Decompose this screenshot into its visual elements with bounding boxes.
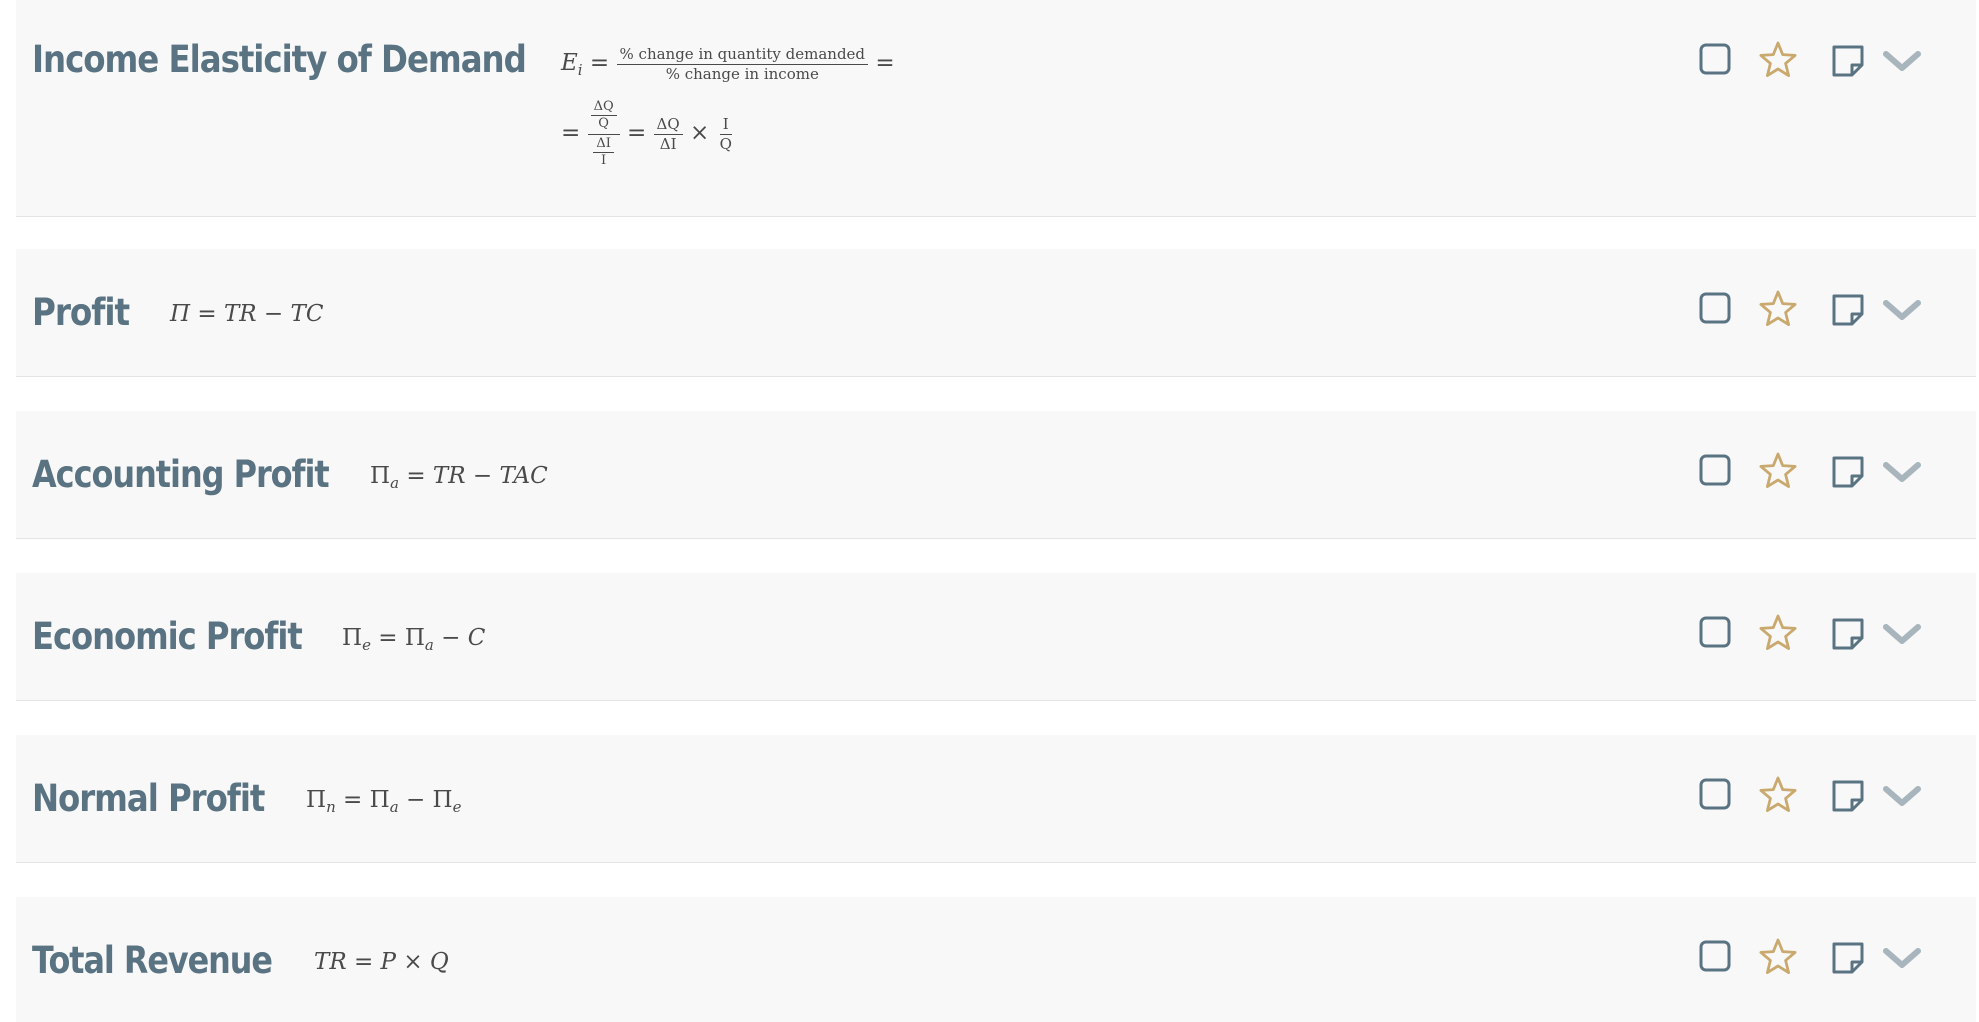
- formula-card: Economic Profit Πe = Πa − C: [16, 573, 1976, 701]
- checkbox-icon[interactable]: [1698, 939, 1732, 973]
- formula-card: Profit Π = TR − TC: [16, 249, 1976, 377]
- star-icon[interactable]: [1758, 937, 1798, 977]
- card-title: Profit: [32, 291, 130, 334]
- formula-card: Accounting Profit Πa = TR − TAC: [16, 411, 1976, 539]
- card-actions: [1698, 613, 1934, 657]
- checkbox-icon[interactable]: [1698, 42, 1732, 76]
- card-actions: [1698, 289, 1934, 333]
- formula: Πe = Πa − C: [342, 625, 486, 654]
- star-icon-graphic: [1759, 290, 1797, 326]
- card-actions: [1698, 40, 1934, 84]
- note-icon[interactable]: [1830, 940, 1866, 976]
- formula-continuation: = ΔQ Q ΔI I = ΔQ ΔI × I Q: [561, 99, 732, 168]
- star-icon[interactable]: [1758, 40, 1798, 80]
- chevron-down-icon-graphic: [1883, 624, 1921, 644]
- chevron-down-icon-graphic: [1883, 300, 1921, 320]
- chevron-down-icon[interactable]: [1882, 621, 1922, 649]
- note-icon-graphic: [1832, 618, 1864, 650]
- card-title: Income Elasticity of Demand: [32, 38, 527, 81]
- checkbox-icon[interactable]: [1698, 615, 1732, 649]
- note-icon-graphic: [1832, 456, 1864, 488]
- formula: Ei = % change in quantity demanded % cha…: [561, 45, 895, 83]
- note-icon[interactable]: [1830, 454, 1866, 490]
- note-icon-graphic: [1832, 294, 1864, 326]
- note-icon[interactable]: [1830, 292, 1866, 328]
- note-icon[interactable]: [1830, 616, 1866, 652]
- chevron-down-icon-graphic: [1883, 51, 1921, 71]
- card-title: Total Revenue: [32, 939, 273, 982]
- checkbox-icon-graphic: [1699, 778, 1731, 810]
- formula-card: Normal Profit Πn = Πa − Πe: [16, 735, 1976, 863]
- note-icon[interactable]: [1830, 778, 1866, 814]
- note-icon[interactable]: [1830, 43, 1866, 79]
- card-title: Accounting Profit: [32, 453, 330, 496]
- card-actions: [1698, 937, 1934, 981]
- formula: TR = P × Q: [314, 949, 449, 975]
- checkbox-icon-graphic: [1699, 454, 1731, 486]
- checkbox-icon[interactable]: [1698, 291, 1732, 325]
- checkbox-icon[interactable]: [1698, 453, 1732, 487]
- formula-card: Income Elasticity of Demand Ei = % chang…: [16, 0, 1976, 217]
- card-actions: [1698, 775, 1934, 819]
- formula: Πn = Πa − Πe: [306, 787, 462, 816]
- star-icon[interactable]: [1758, 451, 1798, 491]
- star-icon[interactable]: [1758, 289, 1798, 329]
- chevron-down-icon[interactable]: [1882, 783, 1922, 811]
- star-icon[interactable]: [1758, 613, 1798, 653]
- star-icon-graphic: [1759, 41, 1797, 77]
- checkbox-icon-graphic: [1699, 940, 1731, 972]
- note-icon-graphic: [1832, 45, 1864, 77]
- star-icon[interactable]: [1758, 775, 1798, 815]
- formula: Πa = TR − TAC: [370, 463, 548, 492]
- chevron-down-icon-graphic: [1883, 786, 1921, 806]
- checkbox-icon[interactable]: [1698, 777, 1732, 811]
- chevron-down-icon-graphic: [1883, 948, 1921, 968]
- star-icon-graphic: [1759, 938, 1797, 974]
- checkbox-icon-graphic: [1699, 616, 1731, 648]
- note-icon-graphic: [1832, 942, 1864, 974]
- note-icon-graphic: [1832, 780, 1864, 812]
- formula-card: Total Revenue TR = P × Q: [16, 897, 1976, 1022]
- chevron-down-icon[interactable]: [1882, 945, 1922, 973]
- chevron-down-icon[interactable]: [1882, 459, 1922, 487]
- star-icon-graphic: [1759, 776, 1797, 812]
- chevron-down-icon-graphic: [1883, 462, 1921, 482]
- star-icon-graphic: [1759, 614, 1797, 650]
- card-title: Normal Profit: [32, 777, 265, 820]
- chevron-down-icon[interactable]: [1882, 48, 1922, 76]
- formula: Π = TR − TC: [170, 301, 324, 327]
- checkbox-icon-graphic: [1699, 292, 1731, 324]
- checkbox-icon-graphic: [1699, 43, 1731, 75]
- star-icon-graphic: [1759, 452, 1797, 488]
- card-title: Economic Profit: [32, 615, 303, 658]
- card-actions: [1698, 451, 1934, 495]
- chevron-down-icon[interactable]: [1882, 297, 1922, 325]
